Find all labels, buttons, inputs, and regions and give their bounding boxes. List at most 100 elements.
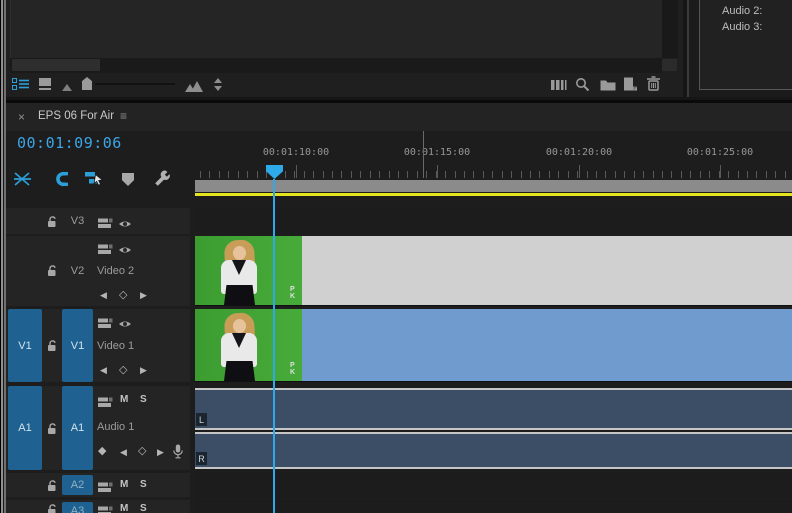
sync-lock-icon[interactable] [98,216,113,234]
next-keyframe-icon[interactable]: ▶ [157,447,164,457]
zoom-out-icon[interactable] [62,84,72,91]
track-target-v1[interactable]: V1 [62,309,93,382]
sync-lock-icon[interactable] [98,316,113,334]
next-keyframe-icon[interactable]: ▶ [140,290,147,300]
metadata-field-audio2: Audio 2: [722,5,763,17]
sequence-tab[interactable]: EPS 06 For Air [38,110,114,122]
audio1-clip-left-channel[interactable]: L [195,388,792,430]
track-a2-content[interactable] [195,473,792,497]
track-target-v2[interactable]: V2 [62,265,93,277]
track-v3-content[interactable] [195,208,792,234]
ruler-minor-tick [464,171,465,178]
source-patch-v1[interactable]: V1 [8,309,42,382]
track-target-a1[interactable]: A1 [62,386,93,470]
clip-thumbnail-greenscreen: P K [195,236,302,305]
lock-icon[interactable] [46,215,58,233]
project-horizontal-scrollbar[interactable] [10,58,677,73]
prev-keyframe-icon[interactable]: ◀ [100,365,107,375]
ruler-minor-tick [426,171,427,178]
ruler-minor-tick [681,171,682,178]
ruler-minor-tick [257,171,258,178]
track-name-v1: Video 1 [97,340,135,352]
project-vertical-scrollbar[interactable] [662,0,678,58]
track-target-v3[interactable]: V3 [62,215,93,227]
solo-button[interactable]: S [140,479,147,490]
sort-arrows-icon[interactable] [213,78,223,96]
voiceover-record-mic-icon[interactable] [172,444,184,464]
zoom-in-icon[interactable] [185,79,207,97]
add-keyframe-icon[interactable]: ◇ [138,446,146,457]
track-header-v2: V2 Video 2 ◀ ◇ ▶ [0,236,190,306]
ruler-minor-tick [285,171,286,178]
video2-clip[interactable]: P K [195,236,792,306]
solo-button[interactable]: S [140,394,147,405]
keyframe-pen-icon[interactable]: ◆ [98,446,106,457]
lock-icon[interactable] [46,339,58,357]
icon-view-icon[interactable] [38,78,52,96]
track-a1-content[interactable]: L R [195,386,792,470]
ruler-minor-tick [671,171,672,178]
playhead-line[interactable] [273,179,275,513]
add-marker-icon[interactable] [122,173,134,186]
playhead-head[interactable] [266,165,283,179]
track-target-a3[interactable]: A3 [62,502,93,513]
zoom-slider-track[interactable] [95,83,175,85]
snap-icon[interactable] [52,171,69,192]
channel-badge-left: L [196,413,207,426]
track-row-v3: V3 [0,208,792,234]
solo-button[interactable]: S [140,503,147,513]
new-item-icon[interactable] [623,77,638,96]
mute-button[interactable]: M [120,394,128,405]
add-keyframe-icon[interactable]: ◇ [119,365,127,376]
ruler-minor-tick [596,171,597,178]
timeline-panel: × EPS 06 For Air ≡ 00:01:09:06 00:01:10:… [0,100,792,513]
sync-lock-icon[interactable] [98,504,113,513]
track-target-a2[interactable]: A2 [62,475,93,495]
audio1-clip-right-channel[interactable]: R [195,432,792,469]
lock-icon[interactable] [46,479,58,497]
sync-lock-icon[interactable] [98,242,113,260]
track-output-eye-icon[interactable] [118,242,132,260]
video1-clip[interactable]: P K [195,309,792,382]
sync-lock-icon[interactable] [98,395,113,413]
lock-icon[interactable] [46,264,58,282]
track-output-eye-icon[interactable] [118,216,132,234]
zoom-slider-thumb[interactable] [82,77,92,90]
track-header-a2: A2 M S [0,473,190,497]
close-tab-icon[interactable]: × [18,110,25,124]
add-keyframe-icon[interactable]: ◇ [119,290,127,301]
panel-menu-icon[interactable]: ≡ [120,109,127,123]
ruler-minor-tick [700,171,701,178]
track-row-v2: V2 Video 2 ◀ ◇ ▶ P K [0,236,792,306]
track-v2-content[interactable]: P K [195,236,792,306]
watermark: P K [289,362,295,376]
next-keyframe-icon[interactable]: ▶ [140,365,147,375]
source-patch-a1[interactable]: A1 [8,386,42,470]
track-output-eye-icon[interactable] [118,316,132,334]
playhead-timecode[interactable]: 00:01:09:06 [17,134,122,152]
linked-selection-icon[interactable] [84,170,104,192]
work-area-bar[interactable] [195,180,792,192]
project-panel-content[interactable] [10,0,662,58]
mute-button[interactable]: M [120,503,128,513]
ruler-minor-tick [483,171,484,178]
lock-icon[interactable] [46,503,58,513]
clear-trash-icon[interactable] [646,76,661,96]
lock-icon[interactable] [46,422,58,440]
prev-keyframe-icon[interactable]: ◀ [100,290,107,300]
mute-button[interactable]: M [120,479,128,490]
new-bin-icon[interactable] [600,78,616,96]
automate-to-sequence-icon[interactable] [551,78,567,97]
ruler-minor-tick [398,171,399,178]
track-v1-content[interactable]: P K [195,309,792,382]
find-icon[interactable] [575,77,590,97]
prev-keyframe-icon[interactable]: ◀ [120,447,127,457]
timeline-settings-wrench-icon[interactable] [153,169,171,192]
clip-thumbnail-greenscreen: P K [195,309,302,381]
hscroll-thumb[interactable] [12,59,100,71]
ruler-minor-tick [605,171,606,178]
nest-toggle-icon[interactable] [13,171,32,193]
list-view-icon[interactable] [12,77,30,96]
sync-lock-icon[interactable] [98,480,113,498]
track-a3-content[interactable] [195,500,792,513]
